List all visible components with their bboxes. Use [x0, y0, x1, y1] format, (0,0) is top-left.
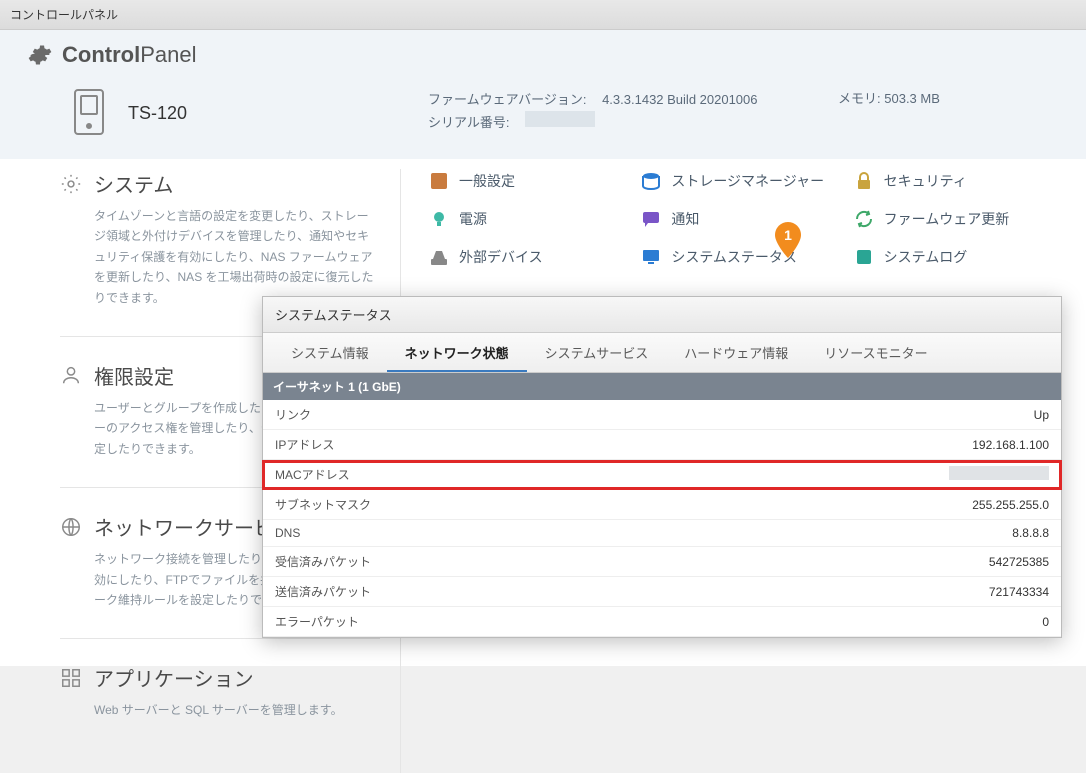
monitor-icon: [641, 247, 661, 267]
chat-icon: [641, 209, 661, 229]
item-external-devices[interactable]: 外部デバイス: [429, 247, 633, 267]
lock-icon: [854, 171, 874, 191]
tab-resource-monitor[interactable]: リソースモニター: [806, 335, 945, 372]
item-storage-manager[interactable]: ストレージマネージャー: [641, 171, 845, 191]
app-title-row: ControlPanel: [28, 42, 1058, 68]
dialog-title[interactable]: システムステータス: [263, 297, 1061, 333]
drive-icon: [429, 247, 449, 267]
section-desc: タイムゾーンと言語の設定を変更したり、ストレージ領域と外付けデバイスを管理したり…: [60, 206, 380, 308]
tab-network-status[interactable]: ネットワーク状態: [387, 335, 527, 372]
window-titlebar: コントロールパネル: [0, 0, 1086, 30]
system-grid: 一般設定 ストレージマネージャー セキュリティ 電源 通知 ファームウェア更新 …: [429, 171, 1058, 267]
item-system-log[interactable]: システムログ: [854, 247, 1058, 267]
nas-device-icon: [68, 88, 110, 139]
gear-outline-icon: [60, 173, 82, 195]
row-ip-address: IPアドレス192.168.1.100: [263, 430, 1061, 460]
row-dns: DNS8.8.8.8: [263, 520, 1061, 547]
tab-hardware-info[interactable]: ハードウェア情報: [666, 335, 806, 372]
memory-column: メモリ: 503.3 MB: [838, 88, 1058, 107]
info-row: TS-120 ファームウェアバージョン: 4.3.3.1432 Build 20…: [28, 78, 1058, 159]
mac-value-redacted: [949, 466, 1049, 480]
app-title: ControlPanel: [62, 42, 196, 68]
section-apps[interactable]: アプリケーション Web サーバーと SQL サーバーを管理します。: [60, 663, 380, 748]
update-icon: [854, 209, 874, 229]
system-status-dialog: システムステータス システム情報 ネットワーク状態 システムサービス ハードウェ…: [262, 296, 1062, 638]
item-notification[interactable]: 通知: [641, 209, 845, 229]
log-icon: [854, 247, 874, 267]
grid-icon: [60, 667, 82, 689]
dialog-tabs: システム情報 ネットワーク状態 システムサービス ハードウェア情報 リソースモニ…: [263, 333, 1061, 373]
item-system-status[interactable]: システムステータス: [641, 247, 845, 267]
serial-label: シリアル番号:: [428, 111, 509, 134]
user-icon: [60, 364, 82, 386]
memory-label: メモリ:: [838, 91, 881, 106]
item-security[interactable]: セキュリティ: [854, 171, 1058, 191]
serial-value-redacted: [525, 111, 595, 127]
firmware-column: ファームウェアバージョン: 4.3.3.1432 Build 20201006 …: [428, 88, 838, 135]
tab-system-info[interactable]: システム情報: [273, 335, 387, 372]
row-sent-packets: 送信済みパケット721743334: [263, 577, 1061, 607]
device-name: TS-120: [128, 103, 187, 124]
firmware-label: ファームウェアバージョン:: [428, 88, 586, 111]
globe-icon: [60, 516, 82, 538]
item-power[interactable]: 電源: [429, 209, 633, 229]
storage-icon: [641, 171, 661, 191]
section-desc: Web サーバーと SQL サーバーを管理します。: [60, 700, 380, 720]
bulb-icon: [429, 209, 449, 229]
row-link: リンクUp: [263, 400, 1061, 430]
item-general-settings[interactable]: 一般設定: [429, 171, 633, 191]
settings-icon: [429, 171, 449, 191]
row-subnet-mask: サブネットマスク255.255.255.0: [263, 490, 1061, 520]
network-interface-header: イーサネット 1 (1 GbE): [263, 373, 1061, 400]
header: ControlPanel TS-120 ファームウェアバージョン: 4.3.3.…: [0, 30, 1086, 159]
firmware-value: 4.3.3.1432 Build 20201006: [602, 88, 757, 111]
device-column: TS-120: [68, 88, 428, 139]
section-title: アプリケーション: [94, 663, 254, 692]
section-title: 権限設定: [94, 361, 174, 390]
memory-value: 503.3 MB: [884, 91, 940, 106]
item-firmware-update[interactable]: ファームウェア更新: [854, 209, 1058, 229]
section-title: システム: [94, 169, 173, 198]
row-received-packets: 受信済みパケット542725385: [263, 547, 1061, 577]
tab-system-service[interactable]: システムサービス: [527, 335, 667, 372]
window-title: コントロールパネル: [10, 8, 118, 22]
row-mac-address: MACアドレス: [263, 460, 1061, 490]
row-error-packets: エラーパケット0: [263, 607, 1061, 637]
network-table: リンクUp IPアドレス192.168.1.100 MACアドレス サブネットマ…: [263, 400, 1061, 637]
gear-icon: [28, 43, 52, 67]
